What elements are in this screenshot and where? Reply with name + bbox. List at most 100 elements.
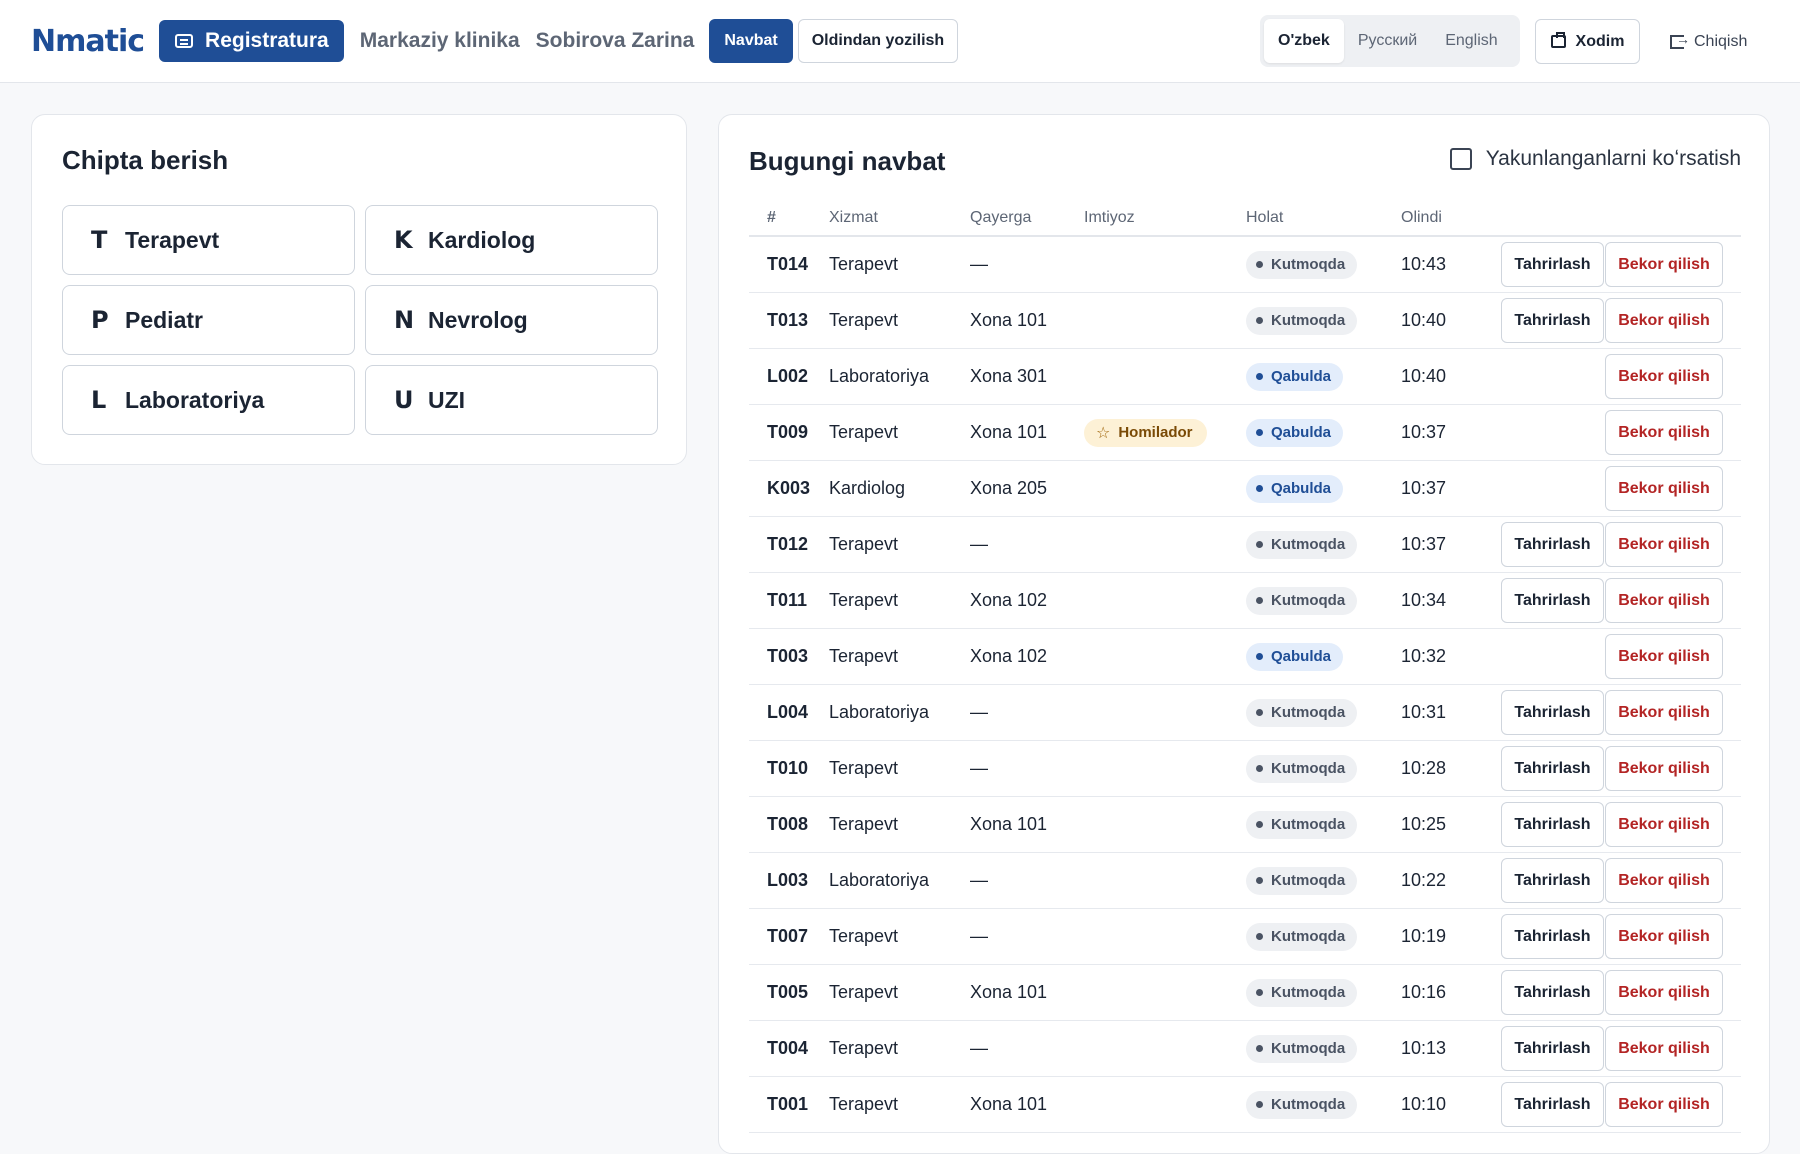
cancel-button[interactable]: Bekor qilish — [1605, 970, 1723, 1015]
edit-button[interactable]: Tahrirlash — [1501, 522, 1604, 567]
service-button-laboratoriya[interactable]: L Laboratoriya — [62, 365, 355, 435]
service-label: Nevrolog — [428, 306, 528, 333]
table-row: T003 Terapevt Xona 102 Qabulda 10:32 Bekor qi… — [749, 629, 1741, 685]
edit-button[interactable]: Tahrirlash — [1501, 578, 1604, 623]
cancel-button[interactable]: Bekor qilish — [1605, 242, 1723, 287]
cancel-button[interactable]: Bekor qilish — [1605, 746, 1723, 791]
privilege-label: Homilador — [1118, 424, 1193, 441]
status-dot-icon — [1256, 877, 1263, 884]
service-button-pediatr[interactable]: P Pediatr — [62, 285, 355, 355]
status-badge: Kutmoqda — [1246, 810, 1358, 839]
destination-room: Xona 101 — [970, 982, 1048, 1002]
status-badge: Kutmoqda — [1246, 866, 1358, 895]
service-name: Laboratoriya — [829, 702, 930, 722]
cancel-button[interactable]: Bekor qilish — [1605, 858, 1723, 903]
app-logo[interactable]: Nmatic — [31, 24, 145, 59]
status-dot-icon — [1256, 317, 1263, 324]
cancel-button[interactable]: Bekor qilish — [1605, 1026, 1723, 1071]
service-button-uzi[interactable]: U UZI — [365, 365, 658, 435]
registratura-badge[interactable]: Registratura — [159, 20, 344, 62]
cancel-button[interactable]: Bekor qilish — [1605, 1082, 1723, 1127]
edit-button[interactable]: Tahrirlash — [1501, 298, 1604, 343]
destination-room: — — [970, 1038, 988, 1058]
show-completed-toggle[interactable]: Yakunlanganlarni koʻrsatish — [1449, 147, 1741, 171]
ticket-panel-title: Chipta berish — [62, 145, 229, 175]
cancel-button[interactable]: Bekor qilish — [1605, 354, 1723, 399]
cancel-button[interactable]: Bekor qilish — [1605, 690, 1723, 735]
destination-room: Xona 101 — [970, 1094, 1048, 1114]
edit-button[interactable]: Tahrirlash — [1501, 970, 1604, 1015]
nav-prebook-button[interactable]: Oldindan yozilish — [797, 19, 959, 63]
staff-button[interactable]: Xodim — [1535, 19, 1640, 64]
logout-icon — [1670, 31, 1690, 49]
table-row: T009 Terapevt Xona 101 ☆ Homilador Qabulda 10:… — [749, 405, 1741, 461]
edit-button[interactable]: Tahrirlash — [1501, 802, 1604, 847]
col-header-status: Holat — [1246, 208, 1284, 226]
service-button-terapevt[interactable]: T Terapevt — [62, 205, 355, 275]
service-letter: K — [394, 226, 413, 254]
show-completed-checkbox[interactable] — [1449, 148, 1472, 170]
destination-room: Xona 101 — [970, 814, 1048, 834]
ticket-number: T007 — [767, 926, 809, 946]
service-button-kardiolog[interactable]: K Kardiolog — [365, 205, 658, 275]
edit-button[interactable]: Tahrirlash — [1501, 1026, 1604, 1071]
cancel-button[interactable]: Bekor qilish — [1605, 410, 1723, 455]
row-actions: Bekor qilish — [1484, 466, 1741, 511]
cancel-button[interactable]: Bekor qilish — [1605, 634, 1723, 679]
status-dot-icon — [1256, 1045, 1263, 1052]
taken-time: 10:22 — [1401, 870, 1447, 890]
status-cell: Kutmoqda — [1246, 586, 1401, 615]
ticket-number: T011 — [767, 590, 808, 610]
edit-button[interactable]: Tahrirlash — [1501, 746, 1604, 791]
cancel-button[interactable]: Bekor qilish — [1605, 522, 1723, 567]
status-badge: Kutmoqda — [1246, 1090, 1358, 1119]
cancel-button[interactable]: Bekor qilish — [1605, 914, 1723, 959]
col-header-taken: Olindi — [1401, 208, 1442, 226]
service-name: Terapevt — [829, 310, 899, 330]
status-dot-icon — [1256, 1101, 1263, 1108]
destination-room: — — [970, 534, 988, 554]
service-name: Kardiolog — [829, 478, 906, 498]
status-cell: Kutmoqda — [1246, 530, 1401, 559]
status-badge: Kutmoqda — [1246, 754, 1358, 783]
status-label: Kutmoqda — [1271, 872, 1346, 889]
lang-ru[interactable]: Русский — [1344, 19, 1431, 63]
staff-label: Xodim — [1575, 32, 1625, 50]
edit-button[interactable]: Tahrirlash — [1501, 242, 1604, 287]
status-label: Kutmoqda — [1271, 256, 1346, 273]
edit-button[interactable]: Tahrirlash — [1501, 690, 1604, 735]
clinic-name: Markaziy klinika — [359, 29, 520, 52]
status-badge: Qabulda — [1246, 474, 1344, 503]
service-letter: T — [91, 226, 108, 254]
status-dot-icon — [1256, 597, 1263, 604]
service-name: Laboratoriya — [829, 870, 930, 890]
logout-button[interactable]: Chiqish — [1670, 19, 1747, 64]
service-button-nevrolog[interactable]: N Nevrolog — [365, 285, 658, 355]
status-badge: Kutmoqda — [1246, 530, 1358, 559]
cancel-button[interactable]: Bekor qilish — [1605, 578, 1723, 623]
status-label: Kutmoqda — [1271, 704, 1346, 721]
edit-button[interactable]: Tahrirlash — [1501, 914, 1604, 959]
taken-time: 10:40 — [1401, 310, 1447, 330]
cancel-button[interactable]: Bekor qilish — [1605, 298, 1723, 343]
row-actions: Bekor qilish — [1484, 410, 1741, 455]
taken-time: 10:37 — [1401, 422, 1447, 442]
row-actions: Tahrirlash Bekor qilish — [1484, 1026, 1741, 1071]
table-row: T012 Terapevt — Kutmoqda 10:37 Tahrirlash Beko… — [749, 517, 1741, 573]
status-cell: Qabulda — [1246, 362, 1401, 391]
lang-uz[interactable]: O'zbek — [1264, 19, 1344, 63]
status-dot-icon — [1256, 485, 1263, 492]
status-badge: Kutmoqda — [1246, 698, 1358, 727]
lang-en[interactable]: English — [1431, 19, 1511, 63]
nav-queue-button[interactable]: Navbat — [709, 19, 793, 63]
cancel-button[interactable]: Bekor qilish — [1605, 466, 1723, 511]
edit-button[interactable]: Tahrirlash — [1501, 858, 1604, 903]
star-icon: ☆ — [1096, 424, 1111, 442]
ticket-number: L004 — [767, 702, 809, 722]
edit-button[interactable]: Tahrirlash — [1501, 1082, 1604, 1127]
status-dot-icon — [1256, 821, 1263, 828]
ticket-number: L002 — [767, 366, 809, 386]
status-cell: Kutmoqda — [1246, 922, 1401, 951]
cancel-button[interactable]: Bekor qilish — [1605, 802, 1723, 847]
table-row: T014 Terapevt — Kutmoqda 10:43 Tahrirlash Beko… — [749, 237, 1741, 293]
